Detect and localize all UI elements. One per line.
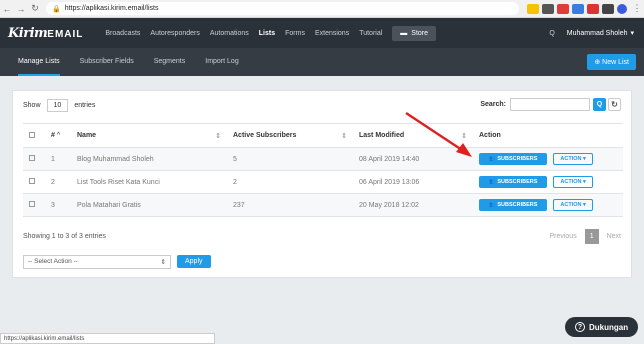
user-menu[interactable]: Muhammad Sholeh (567, 30, 628, 37)
app-header: KirimEMAIL Broadcasts Autoresponders Aut… (0, 18, 644, 48)
row-checkbox[interactable] (29, 201, 35, 207)
browser-menu-icon[interactable]: ⋮ (630, 3, 644, 14)
table-row: 1 Blog Muhammad Sholeh 5 08 April 2019 1… (23, 147, 623, 171)
bulk-action-value: -- Select Action -- (28, 258, 78, 265)
column-header-name[interactable]: Name ⇕ (71, 123, 227, 148)
list-name[interactable]: Blog Muhammad Sholeh (71, 147, 227, 171)
profile-avatar-icon[interactable] (617, 3, 627, 14)
extension-icon[interactable] (572, 3, 584, 14)
column-header-last-modified[interactable]: Last Modified ⇕ (353, 123, 473, 148)
show-label: Show (23, 102, 41, 109)
select-arrows-icon: ⇕ (160, 259, 166, 266)
search-icon[interactable]: Q (549, 30, 554, 37)
column-header-active-subscribers[interactable]: Active Subscribers ⇕ (227, 123, 353, 148)
tab-manage-lists[interactable]: Manage Lists (18, 48, 60, 76)
action-dropdown-button[interactable]: ACTION ▾ (553, 199, 593, 211)
previous-page-button[interactable]: Previous (549, 233, 576, 240)
search-button[interactable]: Q (593, 98, 606, 111)
table-info: Showing 1 to 3 of 3 entries (23, 233, 106, 240)
reload-icon[interactable]: ↻ (28, 3, 42, 14)
browser-toolbar: ← → ↻ 🔒 https://aplikasi.kirim.email/lis… (0, 0, 644, 18)
table-row: 2 List Tools Riset Kata Kunci 2 06 April… (23, 170, 623, 194)
active-subscribers: 237 (227, 193, 353, 217)
last-modified: 20 May 2018 12:02 (353, 193, 473, 217)
pagination: Previous 1 Next (549, 229, 621, 244)
menu-autoresponders[interactable]: Autoresponders (150, 30, 199, 37)
active-subscribers: 2 (227, 170, 353, 194)
menu-forms[interactable]: Forms (285, 30, 305, 37)
action-dropdown-button[interactable]: ACTION ▾ (553, 176, 593, 188)
store-icon: ▬ (400, 29, 408, 37)
menu-automations[interactable]: Automations (210, 30, 249, 37)
refresh-icon[interactable]: ↻ (608, 98, 621, 111)
support-label: Dukungan (589, 322, 629, 332)
store-label: Store (411, 29, 429, 37)
tab-import-log[interactable]: Import Log (205, 48, 238, 76)
lock-icon: 🔒 (52, 5, 61, 13)
help-icon: ? (575, 322, 585, 332)
search-label: Search: (480, 101, 506, 108)
address-bar[interactable]: 🔒 https://aplikasi.kirim.email/lists (46, 2, 519, 15)
back-icon[interactable]: ← (0, 4, 14, 14)
subscribers-button[interactable]: 👥 SUBSCRIBERS (479, 176, 548, 188)
store-button[interactable]: ▬ Store (392, 25, 437, 41)
subscribers-button[interactable]: 👥 SUBSCRIBERS (479, 199, 548, 211)
sub-navigation: Manage Lists Subscriber Fields Segments … (0, 48, 644, 76)
column-header-action: Action (473, 123, 623, 148)
plus-icon: ⊕ (594, 59, 603, 66)
list-name[interactable]: Pola Matahari Gratis (71, 193, 227, 217)
entries-select[interactable]: 10 (46, 99, 69, 112)
forward-icon[interactable]: → (14, 4, 28, 14)
extension-icon[interactable] (542, 3, 554, 14)
search-input[interactable] (510, 98, 590, 111)
select-all-header (23, 123, 45, 148)
list-name[interactable]: List Tools Riset Kata Kunci (71, 170, 227, 194)
menu-tutorial[interactable]: Tutorial (359, 30, 382, 37)
support-button[interactable]: ? Dukungan (565, 317, 639, 337)
table-row: 3 Pola Matahari Gratis 237 20 May 2018 1… (23, 193, 623, 217)
lists-panel: Show 10 entries Search: Q ↻ # ^ Name ⇕ Ac… (12, 90, 632, 278)
chevron-down-icon[interactable]: ▾ (630, 29, 634, 37)
last-modified: 08 April 2019 14:40 (353, 147, 473, 171)
new-list-label: New List (602, 59, 629, 66)
row-number: 1 (45, 147, 71, 171)
tab-subscriber-fields[interactable]: Subscriber Fields (80, 48, 134, 76)
logo-suffix: EMAIL (47, 28, 84, 40)
current-page-button[interactable]: 1 (584, 229, 599, 244)
row-number: 3 (45, 193, 71, 217)
menu-extensions[interactable]: Extensions (315, 30, 349, 37)
browser-status-bar: https://aplikasi.kirim.email/lists (0, 333, 215, 344)
menu-broadcasts[interactable]: Broadcasts (105, 30, 140, 37)
next-page-button[interactable]: Next (607, 233, 621, 240)
star-icon[interactable] (527, 3, 539, 14)
apply-button[interactable]: Apply (177, 255, 211, 268)
extension-icon[interactable] (587, 3, 599, 14)
extension-icon[interactable] (602, 3, 614, 14)
active-subscribers: 5 (227, 147, 353, 171)
new-list-button[interactable]: ⊕ New List (587, 54, 636, 70)
row-checkbox[interactable] (29, 155, 35, 161)
lists-table: # ^ Name ⇕ Active Subscribers ⇕ Last Modif… (23, 123, 623, 217)
bulk-action-select[interactable]: -- Select Action -- ⇕ (23, 255, 171, 269)
tab-segments[interactable]: Segments (154, 48, 186, 76)
row-checkbox[interactable] (29, 178, 35, 184)
kirimemail-logo[interactable]: KirimEMAIL (8, 26, 83, 41)
url-text: https://aplikasi.kirim.email/lists (64, 5, 159, 12)
select-all-checkbox[interactable] (29, 131, 35, 138)
main-menu: Broadcasts Autoresponders Automations Li… (105, 30, 392, 37)
subscribers-button[interactable]: 👥 SUBSCRIBERS (479, 153, 548, 165)
action-dropdown-button[interactable]: ACTION ▾ (553, 153, 593, 165)
entries-label: entries (74, 102, 96, 109)
row-number: 2 (45, 170, 71, 194)
last-modified: 06 April 2019 13:06 (353, 170, 473, 194)
logo-text: Kirim (8, 25, 48, 41)
extension-icon[interactable] (557, 3, 569, 14)
column-header-number[interactable]: # ^ (45, 123, 71, 148)
menu-lists[interactable]: Lists (259, 30, 275, 37)
